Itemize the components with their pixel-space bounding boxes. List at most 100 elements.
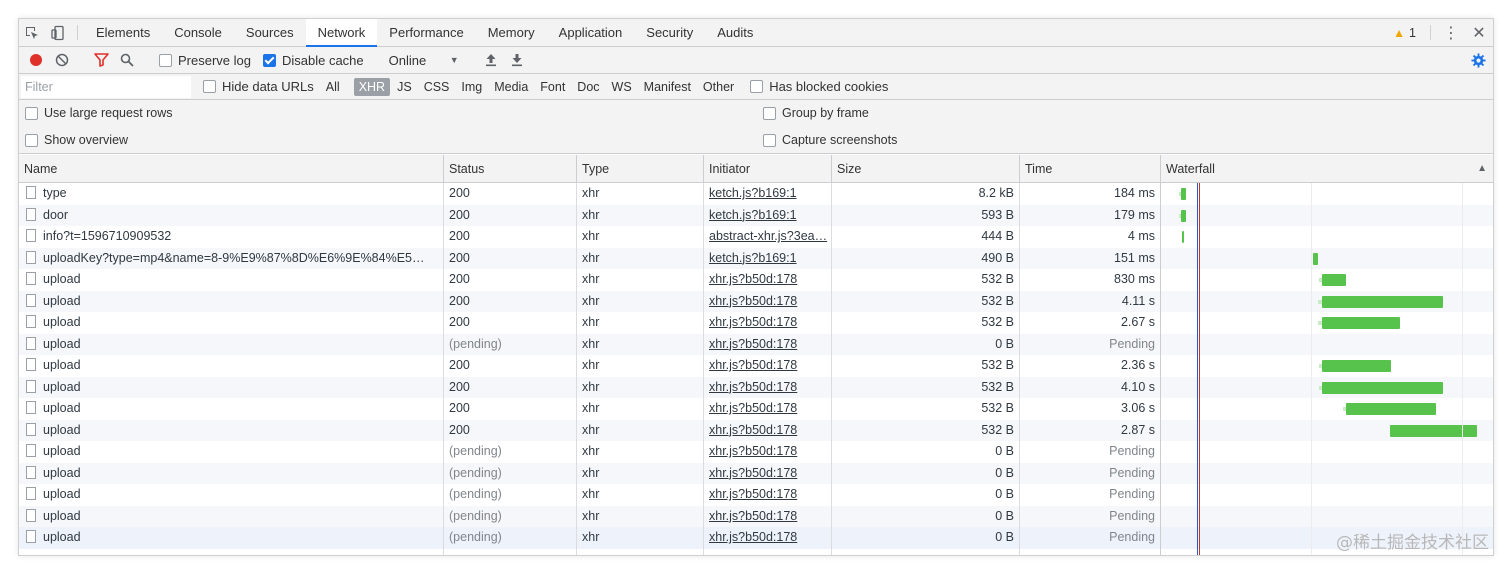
checkbox-box[interactable] — [25, 106, 38, 120]
group-by-frame-checkbox[interactable]: Group by frame — [763, 106, 869, 120]
tab-audits[interactable]: Audits — [705, 19, 765, 46]
cell-initiator[interactable]: abstract-xhr.js?3ea… — [704, 226, 831, 248]
type-filter-doc[interactable]: Doc — [572, 78, 604, 96]
warnings-counter[interactable]: ▲ 1 — [1385, 19, 1424, 46]
type-filter-js[interactable]: JS — [392, 78, 417, 96]
search-button[interactable] — [114, 48, 140, 72]
cell-initiator[interactable]: xhr.js?b50d:178 — [704, 355, 831, 377]
type-filter-all[interactable]: All — [321, 78, 345, 96]
table-row[interactable]: upload (pending) xhr xhr.js?b50d:178 0 B Pend… — [19, 527, 1493, 549]
tab-memory[interactable]: Memory — [476, 19, 547, 46]
checkbox-box[interactable] — [763, 133, 776, 147]
cell-initiator[interactable]: xhr.js?b50d:178 — [704, 312, 831, 334]
more-options-icon[interactable]: ⋮ — [1437, 19, 1465, 46]
tab-performance[interactable]: Performance — [377, 19, 475, 46]
cell-name[interactable]: upload — [19, 269, 443, 291]
checkbox-box[interactable] — [25, 133, 38, 147]
close-icon[interactable]: ✕ — [1465, 19, 1493, 46]
checkbox-box[interactable] — [763, 106, 776, 120]
type-filter-img[interactable]: Img — [456, 78, 487, 96]
cell-name[interactable]: upload — [19, 355, 443, 377]
cell-name[interactable]: upload — [19, 441, 443, 463]
cell-name[interactable]: upload — [19, 291, 443, 313]
cell-initiator[interactable]: xhr.js?b50d:178 — [704, 269, 831, 291]
type-filter-font[interactable]: Font — [535, 78, 570, 96]
cell-name[interactable]: upload — [19, 527, 443, 549]
filter-input[interactable] — [21, 75, 191, 98]
preserve-log-checkbox[interactable]: Preserve log — [153, 53, 257, 68]
table-row[interactable]: upload 200 xhr xhr.js?b50d:178 532 B 2.36 s — [19, 355, 1493, 377]
type-filter-manifest[interactable]: Manifest — [639, 78, 696, 96]
checkbox-box-checked[interactable] — [262, 53, 276, 67]
column-header-name[interactable]: Name — [19, 155, 444, 183]
cell-initiator[interactable]: xhr.js?b50d:178 — [704, 398, 831, 420]
cell-name[interactable]: upload — [19, 312, 443, 334]
hide-data-urls-checkbox[interactable]: Hide data URLs — [197, 79, 320, 94]
table-row[interactable]: uploadKey?type=mp4&name=8-9%E9%87%8D%E6%… — [19, 247, 1493, 270]
cell-initiator[interactable]: xhr.js?b50d:178 — [704, 484, 831, 506]
clear-button[interactable] — [49, 48, 75, 72]
table-row[interactable]: door 200 xhr ketch.js?b169:1 593 B 179 ms — [19, 204, 1493, 227]
cell-initiator[interactable]: xhr.js?b50d:178 — [704, 420, 831, 442]
cell-initiator[interactable]: xhr.js?b50d:178 — [704, 463, 831, 485]
inspect-element-icon[interactable] — [19, 19, 45, 46]
table-row[interactable]: upload 200 xhr xhr.js?b50d:178 532 B 4.11 s — [19, 290, 1493, 313]
device-toolbar-icon[interactable] — [45, 19, 71, 46]
cell-initiator[interactable]: xhr.js?b50d:178 — [704, 334, 831, 356]
cell-initiator[interactable]: ketch.js?b169:1 — [704, 183, 831, 205]
cell-name[interactable]: upload — [19, 420, 443, 442]
type-filter-media[interactable]: Media — [489, 78, 533, 96]
cell-name[interactable]: upload — [19, 463, 443, 485]
tab-elements[interactable]: Elements — [84, 19, 162, 46]
cell-initiator[interactable]: xhr.js?b50d:178 — [704, 291, 831, 313]
cell-name[interactable]: type — [19, 183, 443, 205]
type-filter-other[interactable]: Other — [698, 78, 739, 96]
cell-name[interactable]: uploadKey?type=mp4&name=8-9%E9%87%8D%E6%… — [19, 248, 443, 270]
column-header-waterfall[interactable]: Waterfall ▲ — [1161, 155, 1493, 183]
type-filter-xhr[interactable]: XHR — [353, 77, 391, 96]
table-row[interactable]: upload 200 xhr xhr.js?b50d:178 532 B 3.06 s — [19, 398, 1493, 420]
tab-security[interactable]: Security — [634, 19, 705, 46]
column-header-size[interactable]: Size — [832, 155, 1020, 183]
cell-initiator[interactable]: ketch.js?b169:1 — [704, 205, 831, 227]
tab-console[interactable]: Console — [162, 19, 234, 46]
cell-initiator[interactable]: ketch.js?b169:1 — [704, 248, 831, 270]
cell-name[interactable]: upload — [19, 398, 443, 420]
table-row[interactable]: upload 200 xhr xhr.js?b50d:178 532 B 830 ms — [19, 269, 1493, 291]
checkbox-box[interactable] — [750, 80, 764, 93]
table-row[interactable]: upload (pending) xhr xhr.js?b50d:178 0 B Pend… — [19, 333, 1493, 356]
throttling-select[interactable]: Online ▼ — [383, 53, 465, 68]
disable-cache-checkbox[interactable]: Disable cache — [257, 53, 370, 68]
cell-name[interactable]: upload — [19, 506, 443, 528]
table-row[interactable]: upload (pending) xhr xhr.js?b50d:178 0 B Pend… — [19, 484, 1493, 506]
table-row[interactable]: upload 200 xhr xhr.js?b50d:178 532 B 4.10 s — [19, 376, 1493, 399]
table-row[interactable]: type 200 xhr ketch.js?b169:1 8.2 kB 184 ms — [19, 183, 1493, 205]
column-header-type[interactable]: Type — [577, 155, 704, 183]
cell-name[interactable]: upload — [19, 484, 443, 506]
column-header-status[interactable]: Status — [444, 155, 577, 183]
cell-initiator[interactable]: xhr.js?b50d:178 — [704, 377, 831, 399]
cell-name[interactable]: upload — [19, 377, 443, 399]
filter-button[interactable] — [88, 48, 114, 72]
checkbox-box[interactable] — [159, 53, 172, 67]
checkbox-box[interactable] — [203, 80, 216, 93]
tab-sources[interactable]: Sources — [234, 19, 306, 46]
cell-initiator[interactable]: xhr.js?b50d:178 — [704, 506, 831, 528]
cell-name[interactable]: door — [19, 205, 443, 227]
tab-application[interactable]: Application — [547, 19, 635, 46]
table-row[interactable]: upload 200 xhr xhr.js?b50d:178 532 B 2.67 s — [19, 312, 1493, 334]
table-row[interactable]: upload (pending) xhr xhr.js?b50d:178 0 B Pend… — [19, 505, 1493, 528]
table-row[interactable]: upload 200 xhr xhr.js?b50d:178 532 B 2.87 s — [19, 419, 1493, 442]
cell-initiator[interactable]: xhr.js?b50d:178 — [704, 527, 831, 549]
table-row[interactable]: upload (pending) xhr xhr.js?b50d:178 0 B Pend… — [19, 441, 1493, 463]
export-har-button[interactable] — [504, 48, 530, 72]
type-filter-css[interactable]: CSS — [419, 78, 455, 96]
cell-name[interactable]: info?t=1596710909532 — [19, 226, 443, 248]
cell-name[interactable]: upload — [19, 334, 443, 356]
type-filter-ws[interactable]: WS — [607, 78, 637, 96]
capture-screenshots-checkbox[interactable]: Capture screenshots — [763, 133, 897, 147]
network-settings-button[interactable] — [1465, 48, 1491, 72]
large-rows-checkbox[interactable]: Use large request rows — [25, 106, 173, 120]
tab-network[interactable]: Network — [305, 19, 378, 47]
table-row[interactable]: upload (pending) xhr xhr.js?b50d:178 0 B Pend… — [19, 462, 1493, 485]
